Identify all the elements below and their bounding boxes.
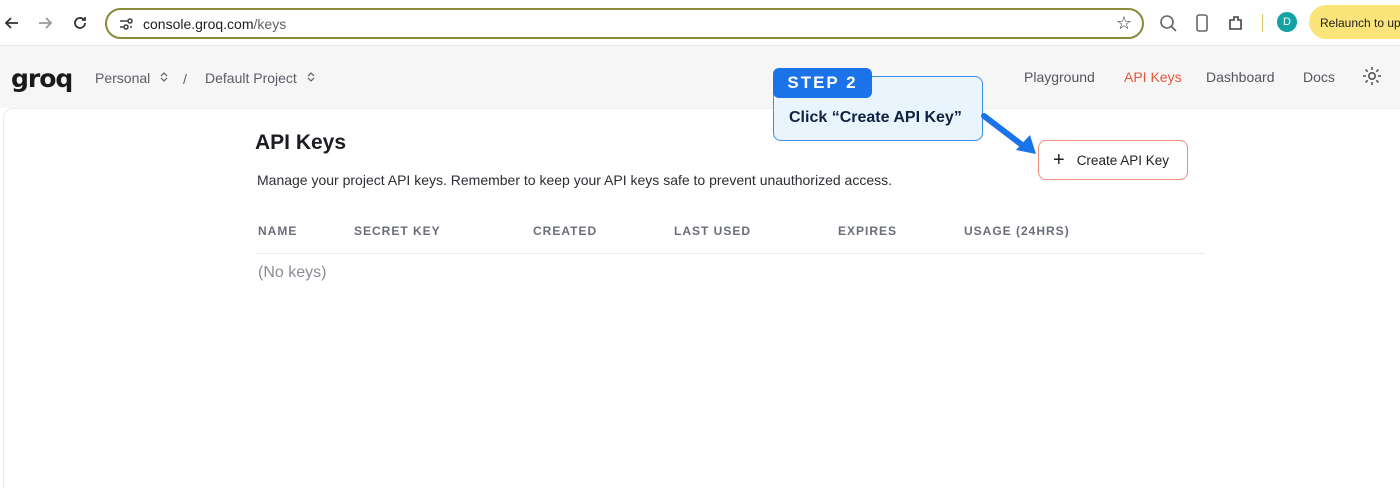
step-badge: STEP 2 (773, 68, 872, 98)
column-header-last-used: LAST USED (674, 224, 752, 238)
browser-toolbar: console.groq.com/keys ☆ D Relaunch to up… (0, 0, 1400, 46)
reload-icon[interactable] (68, 11, 92, 35)
column-header-expires: EXPIRES (838, 224, 898, 238)
nav-playground[interactable]: Playground (1024, 69, 1095, 85)
app-header: groq Personal / Default Project Playgrou… (0, 46, 1400, 108)
page-description: Manage your project API keys. Remember t… (257, 172, 892, 188)
address-bar[interactable]: console.groq.com/keys ☆ (105, 8, 1144, 39)
groq-logo[interactable]: groq (11, 64, 73, 93)
nav-docs[interactable]: Docs (1303, 69, 1335, 85)
bookmark-star-icon[interactable]: ☆ (1116, 13, 1132, 34)
content-panel (3, 108, 1400, 488)
create-api-key-button[interactable]: + Create API Key (1038, 140, 1188, 180)
nav-dashboard[interactable]: Dashboard (1206, 69, 1275, 85)
column-header-usage: USAGE (24HRS) (964, 224, 1070, 238)
table-header-divider (255, 253, 1205, 254)
device-icon[interactable] (1191, 12, 1213, 34)
project-label: Default Project (205, 70, 297, 86)
toolbar-divider (1262, 14, 1263, 32)
page-title: API Keys (255, 131, 347, 154)
column-header-secret-key: SECRET KEY (354, 224, 441, 238)
chevron-updown-icon (307, 71, 315, 85)
google-lens-icon[interactable] (1157, 12, 1179, 34)
url-host: console.groq.com (143, 16, 254, 32)
create-api-key-label: Create API Key (1076, 152, 1169, 168)
plus-icon: + (1053, 149, 1065, 171)
callout-instruction: Click “Create API Key” (789, 109, 962, 126)
org-label: Personal (95, 70, 151, 86)
relaunch-button[interactable]: Relaunch to upd (1309, 5, 1400, 39)
column-header-created: CREATED (533, 224, 598, 238)
forward-icon[interactable] (33, 11, 57, 35)
empty-state-text: (No keys) (258, 264, 327, 281)
nav-api-keys[interactable]: API Keys (1124, 69, 1182, 85)
back-icon[interactable] (0, 11, 24, 35)
callout-arrow-icon (981, 113, 1036, 154)
chevron-updown-icon (160, 71, 168, 85)
project-selector[interactable]: Default Project (205, 70, 315, 86)
extensions-icon[interactable] (1225, 12, 1247, 34)
column-header-name: NAME (258, 224, 298, 238)
gear-icon[interactable] (1361, 65, 1383, 87)
url-text: console.groq.com/keys (143, 16, 286, 32)
profile-avatar[interactable]: D (1277, 12, 1297, 32)
org-selector[interactable]: Personal (95, 70, 168, 86)
url-path: /keys (253, 16, 287, 32)
breadcrumb-separator: / (183, 71, 187, 87)
site-settings-icon[interactable] (117, 15, 135, 33)
